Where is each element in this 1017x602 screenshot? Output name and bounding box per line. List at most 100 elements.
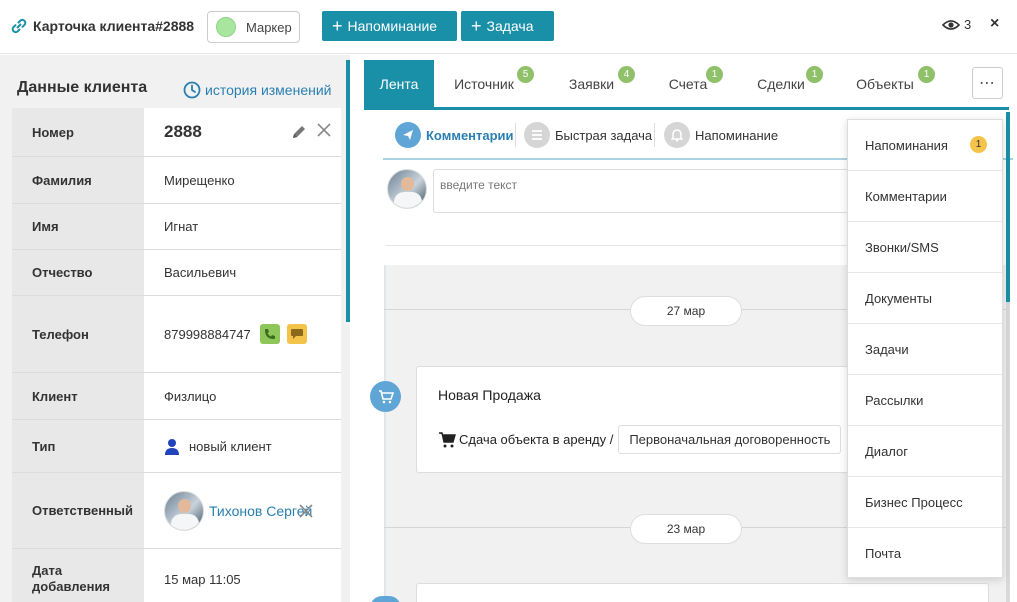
tab-badge: 5 [517, 66, 534, 83]
menu-item-label: Звонки/SMS [865, 239, 939, 255]
subtab-label: Быстрая задача [555, 127, 653, 143]
plus-icon: + [332, 16, 343, 36]
tab-requests[interactable]: Заявки 4 [559, 60, 635, 107]
add-reminder-label: Напоминание [347, 18, 438, 34]
history-link[interactable]: история изменений [183, 81, 331, 99]
marker-button[interactable]: Маркер [207, 11, 300, 43]
sale-path: Сдача объекта в аренду / Первоначальная … [438, 425, 842, 454]
tab-objects[interactable]: Объекты 1 [847, 60, 935, 107]
top-bar: Карточка клиента#2888 Маркер + Напоминан… [0, 0, 1017, 54]
close-icon[interactable]: × [990, 15, 999, 33]
row-phone: Телефон 879998884747 [12, 296, 341, 373]
feed-card[interactable] [416, 583, 989, 602]
field-label: Дата добавления [12, 549, 144, 602]
menu-item-comments[interactable]: Комментарии [848, 171, 1002, 222]
tab-feed[interactable]: Лента [364, 60, 434, 107]
field-value: Васильевич [144, 250, 341, 295]
row-name: Имя Игнат [12, 204, 341, 250]
field-value: Тихонов Сергей [144, 473, 341, 548]
menu-item-label: Комментарии [865, 188, 947, 204]
avatar [387, 169, 427, 209]
eye-icon [942, 19, 960, 30]
viewers-indicator[interactable]: 3 [942, 17, 971, 32]
menu-item-label: Документы [865, 290, 933, 306]
bell-icon [664, 122, 690, 148]
menu-item-calls-sms[interactable]: Звонки/SMS [848, 222, 1002, 273]
pencil-icon[interactable] [290, 123, 308, 141]
menu-item-dialog[interactable]: Диалог [848, 426, 1002, 477]
cart-icon [439, 431, 456, 447]
menu-item-mail[interactable]: Почта [848, 528, 1002, 579]
date-pill: 27 мар [630, 296, 742, 326]
menu-item-label: Почта [865, 546, 902, 561]
menu-item-label: Рассылки [865, 392, 924, 408]
tab-bar: Лента Источник 5 Заявки 4 Счета 1 Сделки… [364, 60, 1009, 110]
sale-card[interactable]: Новая Продажа Сдача объекта в аренду / П… [416, 366, 856, 473]
tab-badge: 4 [618, 66, 635, 83]
field-label: Фамилия [12, 157, 144, 203]
field-label: Телефон [12, 296, 144, 372]
tab-badge: 1 [806, 66, 823, 83]
row-patronymic: Отчество Васильевич [12, 250, 341, 296]
sale-stage: Первоначальная договоренность [618, 425, 842, 454]
row-type: Тип новый клиент [12, 420, 341, 473]
add-task-button[interactable]: + Задача [461, 11, 554, 41]
field-value: 2888 [144, 108, 341, 156]
menu-item-business-process[interactable]: Бизнес Процесс [848, 477, 1002, 528]
viewers-count: 3 [964, 17, 972, 32]
subtab-comments[interactable]: Комментарии [395, 121, 514, 149]
close-icon[interactable] [317, 123, 331, 137]
field-value: Мирещенко [144, 157, 341, 203]
subtab-reminder[interactable]: Напоминание [664, 121, 778, 149]
user-icon [165, 438, 179, 455]
menu-item-reminders[interactable]: Напоминания 1 [848, 120, 1002, 171]
field-label: Номер [12, 108, 144, 156]
tab-label: Счета [668, 75, 708, 92]
field-label: Ответственный [12, 473, 144, 548]
marker-label: Маркер [246, 19, 292, 35]
more-options-button[interactable]: ⋯ [972, 67, 1003, 99]
phone-number[interactable]: 879998884747 [164, 327, 251, 342]
field-label: Клиент [12, 373, 144, 419]
field-value: Игнат [144, 204, 341, 249]
menu-item-mailings[interactable]: Рассылки [848, 375, 1002, 426]
field-value: Физлицо [144, 373, 341, 419]
tab-invoices[interactable]: Счета 1 [660, 60, 723, 107]
close-icon[interactable] [299, 504, 313, 518]
tab-source[interactable]: Источник 5 [444, 60, 534, 107]
field-value: новый клиент [144, 420, 341, 472]
tab-label: Лента [379, 75, 419, 92]
list-icon [524, 122, 550, 148]
feed-filter-dropdown: Напоминания 1 Комментарии Звонки/SMS Док… [847, 119, 1003, 578]
tab-badge: 1 [918, 66, 935, 83]
field-label: Отчество [12, 250, 144, 295]
subtab-quick-task[interactable]: Быстрая задача [524, 121, 652, 149]
client-data-panel: Данные клиента история изменений Номер 2… [0, 55, 350, 602]
menu-item-tasks[interactable]: Задачи [848, 324, 1002, 375]
responsible-link[interactable]: Тихонов Сергей [209, 503, 312, 519]
add-task-label: Задача [486, 18, 534, 34]
add-reminder-button[interactable]: + Напоминание [322, 11, 457, 41]
menu-item-documents[interactable]: Документы [848, 273, 1002, 324]
row-number: Номер 2888 [12, 108, 341, 157]
timeline-line [384, 265, 386, 602]
subtab-label: Комментарии [426, 127, 514, 143]
client-number: 2888 [164, 122, 202, 141]
client-info-table: Номер 2888 Фамилия Мирещенко Имя Игнат О… [12, 108, 341, 602]
date-pill: 23 мар [630, 514, 742, 544]
sms-icon[interactable] [286, 324, 307, 344]
page-title: Карточка клиента#2888 [33, 18, 195, 34]
field-value: 879998884747 [144, 296, 341, 372]
tab-deals[interactable]: Сделки 1 [749, 60, 823, 107]
comment-input[interactable]: введите текст [433, 169, 853, 213]
right-scrollbar[interactable] [1006, 112, 1010, 302]
tab-label: Объекты [856, 75, 914, 92]
avatar [164, 490, 204, 531]
menu-item-badge: 1 [970, 136, 987, 153]
row-surname: Фамилия Мирещенко [12, 157, 341, 204]
phone-icon[interactable] [259, 324, 280, 344]
tab-badge: 1 [706, 66, 723, 83]
field-value: 15 мар 11:05 [144, 549, 341, 602]
menu-item-label: Напоминания [865, 137, 948, 153]
tab-label: Сделки [757, 75, 805, 92]
